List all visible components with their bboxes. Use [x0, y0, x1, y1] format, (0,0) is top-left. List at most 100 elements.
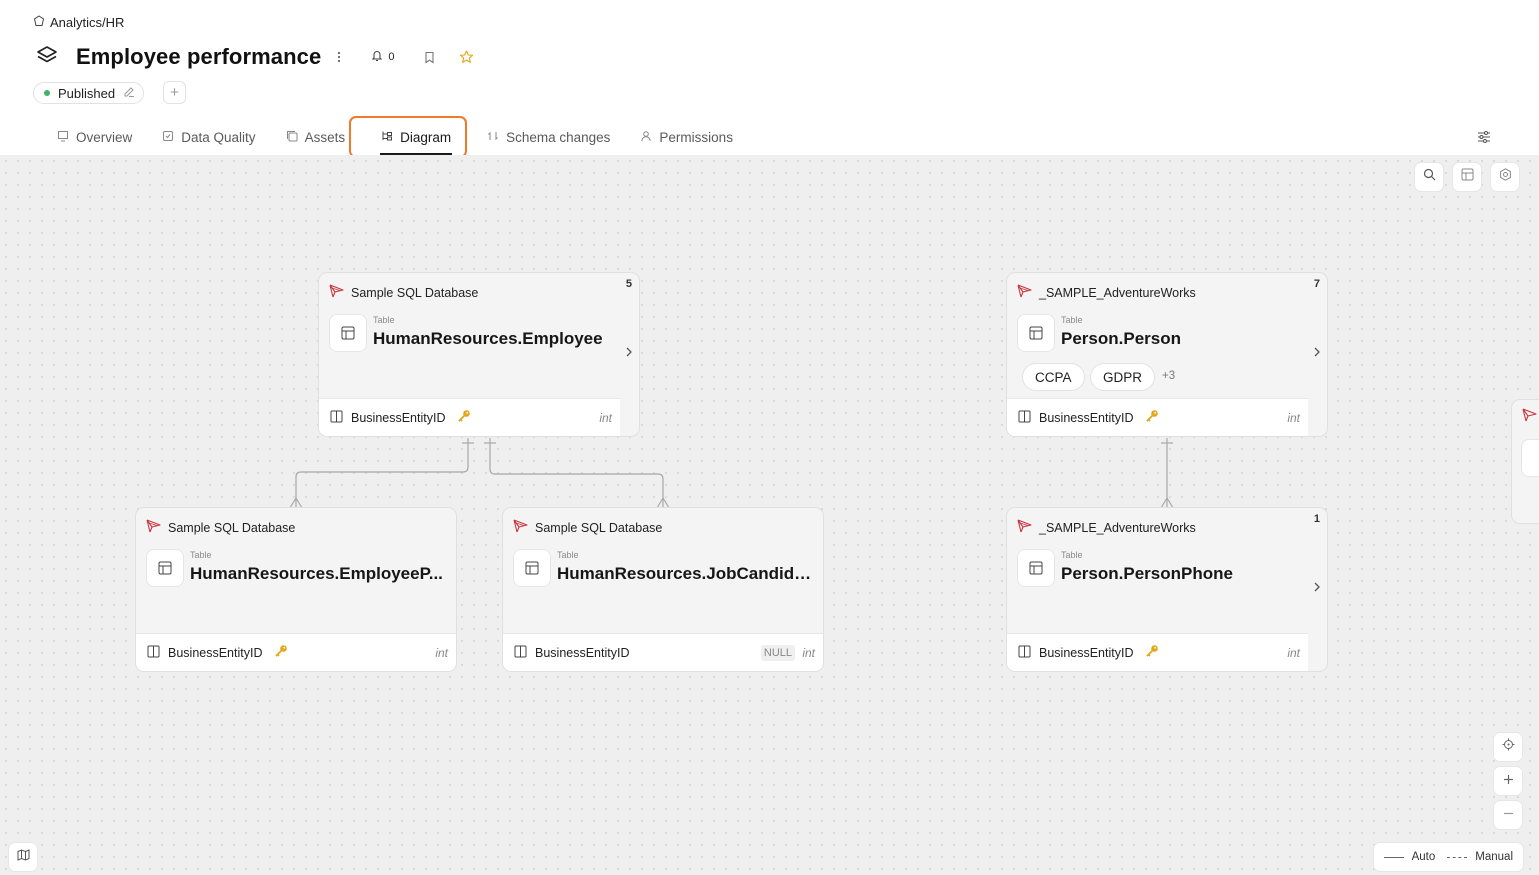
plus-icon	[1503, 772, 1514, 790]
title-row: Employee performance 0	[36, 44, 474, 70]
data-quality-icon	[162, 130, 174, 145]
filter-settings-icon[interactable]	[1477, 130, 1491, 148]
tab-assets[interactable]: Assets	[275, 124, 357, 150]
diagram-canvas[interactable]: Sample SQL Database 5 Table HumanResourc…	[0, 155, 1539, 875]
schema-changes-icon	[487, 130, 499, 145]
node-source-label: _SAMPLE_AdventureWorks	[1039, 285, 1196, 300]
tag-ccpa[interactable]: CCPA	[1023, 364, 1084, 390]
node-name[interactable]: Person.PersonPhone	[1061, 564, 1311, 584]
tab-data-quality[interactable]: Data Quality	[151, 124, 266, 150]
table-icon	[1522, 440, 1539, 476]
node-source: Sample SQL Database	[329, 284, 478, 301]
minus-icon	[1503, 806, 1514, 824]
recenter-button[interactable]	[1494, 733, 1522, 761]
tab-label: Permissions	[659, 129, 733, 145]
node-name[interactable]: HumanResources.JobCandidate	[557, 564, 817, 584]
node-field-row[interactable]: BusinessEntityID int	[319, 398, 620, 436]
table-node[interactable]: _SAMPLE_AdventureWorks 1 Table Person.Pe…	[1007, 508, 1327, 671]
more-options-icon[interactable]	[337, 51, 341, 63]
breadcrumb[interactable]: Analytics/HR	[33, 15, 124, 30]
table-node[interactable]: Sample SQL Database 5 Table HumanResourc…	[319, 273, 639, 436]
star-icon[interactable]	[459, 50, 474, 64]
notifications-button[interactable]: 0	[371, 49, 394, 65]
table-node[interactable]: Sample SQL Database Table HumanResources…	[136, 508, 456, 671]
tab-label: Assets	[304, 129, 346, 145]
field-type: int	[802, 645, 815, 660]
zoom-in-button[interactable]	[1494, 767, 1522, 795]
node-kind: Table	[1061, 315, 1083, 325]
workspace-icon	[33, 15, 45, 30]
node-field-row[interactable]: BusinessEntityID NULL int	[503, 633, 823, 671]
sql-server-icon	[1522, 408, 1538, 427]
field-type: int	[599, 410, 612, 425]
node-kind: Table	[1061, 550, 1083, 560]
status-badge[interactable]: Published	[33, 82, 145, 104]
node-field-row[interactable]: BusinessEntityID int	[1007, 633, 1308, 671]
status-label: Published	[58, 85, 116, 101]
more-tags-count[interactable]: +3	[1162, 370, 1175, 382]
tab-schema-changes[interactable]: Schema changes	[476, 124, 621, 150]
sql-server-icon	[1017, 284, 1033, 301]
tab-permissions[interactable]: Permissions	[629, 124, 744, 150]
plus-icon: +	[170, 84, 179, 101]
diagram-settings-button[interactable]	[1491, 163, 1519, 191]
field-type: int	[435, 645, 448, 660]
node-source-label: Sample SQL Database	[351, 285, 479, 300]
page-title: Employee performance	[76, 44, 322, 69]
chevron-right-icon[interactable]	[1313, 346, 1321, 361]
bookmark-icon[interactable]	[424, 51, 435, 64]
assets-icon	[286, 130, 298, 145]
status-dot	[44, 90, 50, 96]
solid-line-icon	[1383, 856, 1404, 858]
node-name[interactable]: HumanResources.Employee	[373, 329, 623, 349]
table-node-partial[interactable]	[1512, 400, 1539, 523]
node-field-row[interactable]: BusinessEntityID int	[1007, 398, 1308, 436]
sql-server-icon	[1017, 519, 1033, 536]
layout-button[interactable]	[1453, 163, 1481, 191]
node-field-row[interactable]: BusinessEntityID int	[136, 633, 456, 671]
primary-key-icon	[457, 409, 471, 426]
dashed-line-icon	[1447, 856, 1468, 858]
column-icon	[330, 410, 343, 426]
active-tab-highlight	[349, 116, 467, 158]
zoom-out-button[interactable]	[1494, 801, 1522, 829]
node-count: 7	[1313, 278, 1320, 290]
edit-icon[interactable]	[123, 86, 135, 101]
minimap-button[interactable]	[9, 843, 37, 871]
primary-key-icon	[1145, 409, 1159, 426]
breadcrumb-text[interactable]: Analytics/HR	[50, 15, 124, 30]
table-node[interactable]: Sample SQL Database Table HumanResources…	[503, 508, 823, 671]
node-source-label: Sample SQL Database	[168, 520, 296, 535]
sql-server-icon	[513, 519, 529, 536]
node-name[interactable]: HumanResources.EmployeeP...	[190, 564, 450, 584]
table-node[interactable]: _SAMPLE_AdventureWorks 7 Table Person.Pe…	[1007, 273, 1327, 436]
map-icon	[17, 848, 30, 866]
field-name: BusinessEntityID	[1039, 410, 1134, 425]
permissions-icon	[640, 130, 652, 145]
tab-label: Data Quality	[181, 129, 256, 145]
sql-server-icon	[146, 519, 162, 536]
node-name[interactable]: Person.Person	[1061, 329, 1311, 349]
column-icon	[1018, 645, 1031, 661]
tag-gdpr[interactable]: GDPR	[1091, 364, 1155, 390]
add-tag-button[interactable]: +	[163, 81, 186, 104]
table-icon	[147, 550, 183, 586]
tab-overview[interactable]: Overview	[46, 124, 143, 150]
page-header: Analytics/HR Employee performance 0 Publ…	[0, 0, 1539, 158]
notifications-count: 0	[388, 51, 395, 63]
field-name: BusinessEntityID	[535, 645, 630, 660]
bell-icon	[371, 49, 383, 65]
chevron-right-icon[interactable]	[1313, 581, 1321, 596]
chevron-right-icon[interactable]	[625, 346, 633, 361]
field-name: BusinessEntityID	[1039, 645, 1134, 660]
search-diagram-button[interactable]	[1415, 163, 1443, 191]
tab-label: Overview	[76, 129, 133, 145]
null-badge: NULL	[760, 644, 795, 661]
line-legend: Auto Manual	[1373, 843, 1523, 871]
legend-auto-label: Auto	[1411, 851, 1436, 863]
field-type: int	[1287, 410, 1300, 425]
node-source: _SAMPLE_AdventureWorks	[1017, 284, 1196, 301]
field-type: int	[1287, 645, 1300, 660]
field-name: BusinessEntityID	[351, 410, 446, 425]
tab-label: Schema changes	[506, 129, 611, 145]
